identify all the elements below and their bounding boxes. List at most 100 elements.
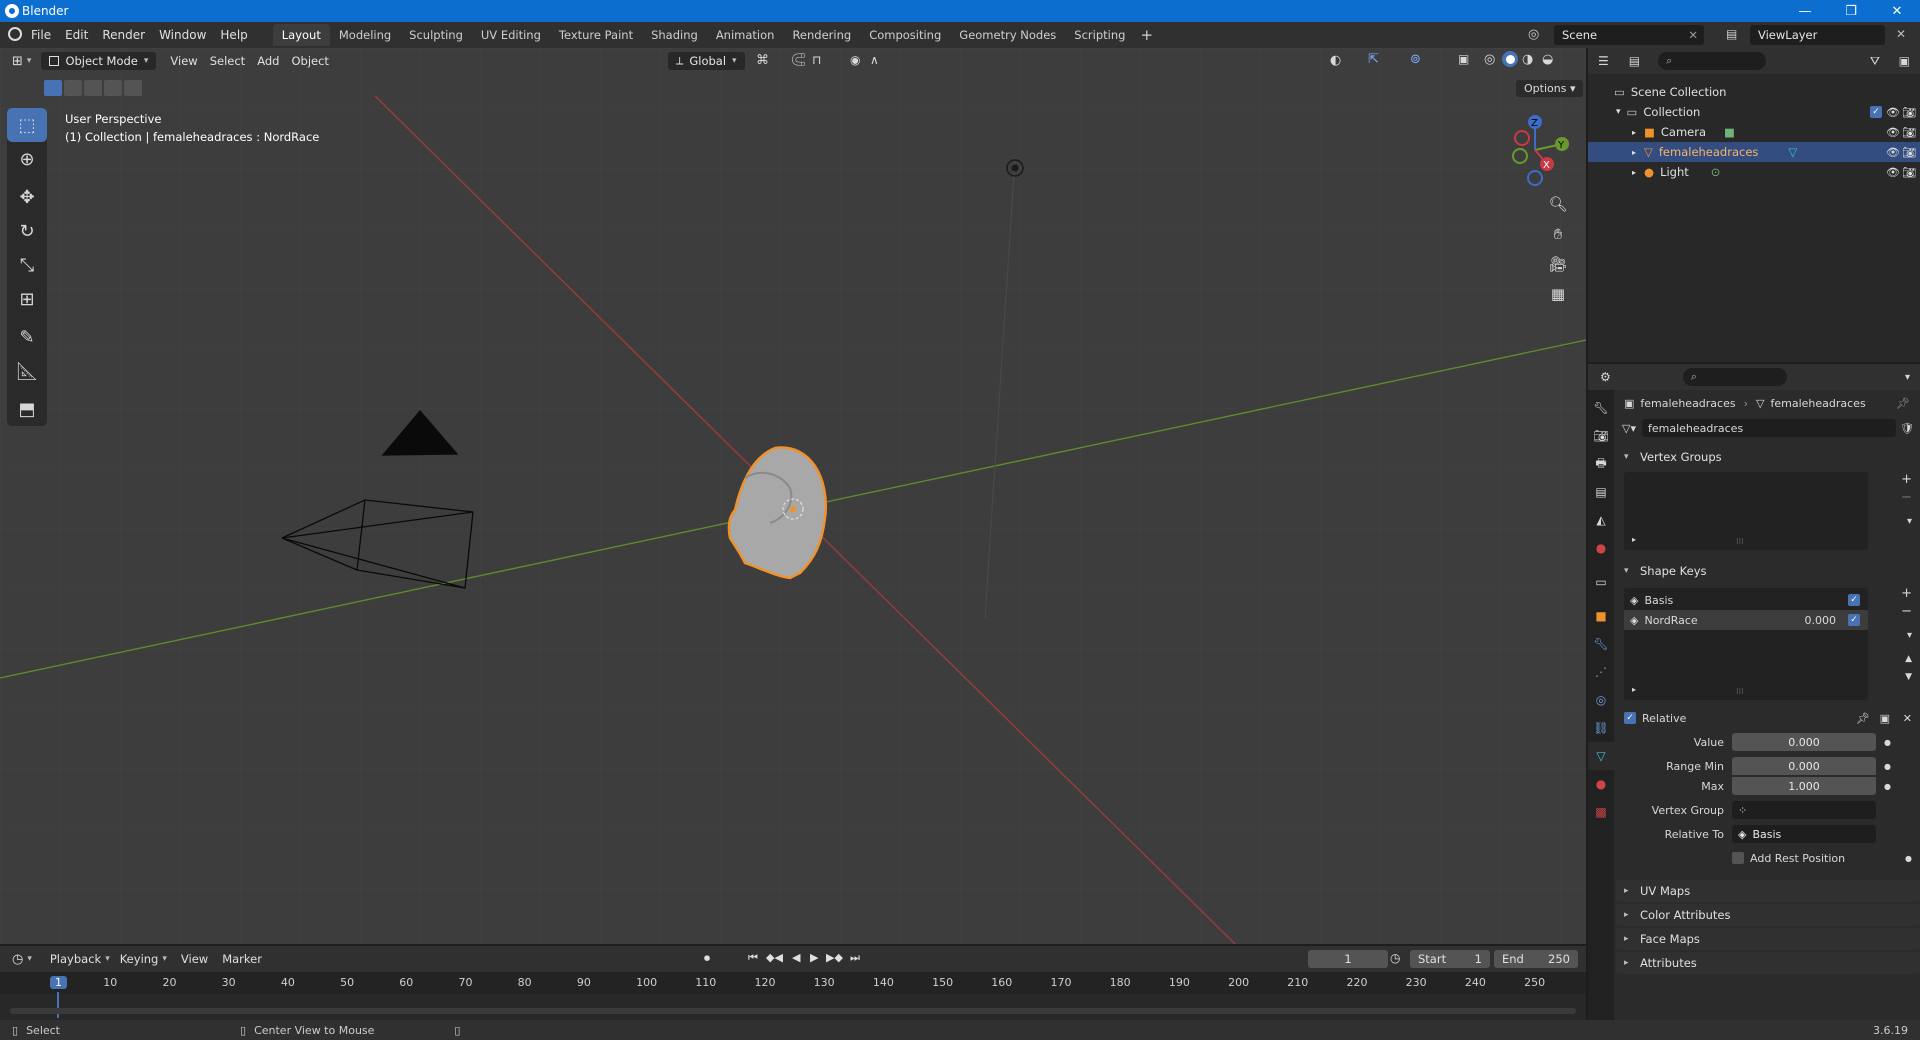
mode-dropdown[interactable]: Object Mode ▾ (41, 52, 157, 70)
transform-icon[interactable]: ⊞ (7, 282, 47, 316)
data-tab-icon[interactable]: ▽ (1588, 742, 1614, 770)
scene-icon[interactable]: ◎ (1528, 27, 1539, 42)
attributes-panel-header[interactable]: ▸ Attributes (1616, 952, 1920, 974)
overlay-toggle-icon[interactable]: ⊚ (1410, 52, 1421, 67)
outliner-item-femaleheadraces[interactable]: ▸ ▽ femaleheadraces ▽ 👁︎ 📷︎ (1588, 142, 1920, 162)
render-tab-icon[interactable]: 📷︎ (1588, 422, 1614, 450)
ortho-grid-icon[interactable]: ▦ (1544, 280, 1572, 308)
add-rest-position-checkbox[interactable] (1732, 852, 1744, 864)
tab-compositing[interactable]: Compositing (860, 24, 950, 46)
tool-tab-icon[interactable]: 🔧︎ (1588, 394, 1614, 422)
expand-icon[interactable]: ▸ (1632, 168, 1636, 177)
vertex-groups-list[interactable]: ▸ ⁝⁝⁝ (1624, 472, 1868, 550)
snap-icon[interactable]: 🧲︎ (790, 53, 807, 68)
xray-icon[interactable]: ▣ (1458, 52, 1469, 66)
camera-view-icon[interactable]: 🎥︎ (1544, 250, 1572, 278)
measure-icon[interactable]: 📐︎ (7, 354, 47, 388)
view-layer-tab-icon[interactable]: ▤ (1588, 478, 1614, 506)
end-frame-field[interactable]: End 250 (1494, 950, 1578, 968)
view-layer-icon[interactable]: ▤ (1726, 27, 1737, 41)
shape-key-specials-icon[interactable]: ▾ (1907, 630, 1912, 641)
pan-hand-icon[interactable]: ✋︎ (1544, 220, 1572, 248)
tab-scripting[interactable]: Scripting (1065, 24, 1134, 46)
jump-start-icon[interactable]: ⏮ (748, 951, 758, 965)
properties-options-icon[interactable]: ▾ (1905, 372, 1910, 383)
keyframe-dot-icon[interactable]: ● (1884, 738, 1891, 747)
frame-ruler[interactable]: 1 10 20 30 40 50 60 70 80 90 100 110 120 130 140 150 160… (0, 972, 1586, 1018)
snap-target-icon[interactable]: ⊓ (812, 53, 821, 67)
solid-shading-icon[interactable] (1502, 51, 1518, 67)
shape-key-enable-checkbox[interactable]: ✓ (1848, 614, 1860, 626)
timeline-menu-keying[interactable]: Keying (120, 952, 159, 966)
scene-selector[interactable]: Scene ✕ (1554, 25, 1704, 45)
viewport-menu-view[interactable]: View (164, 54, 203, 68)
tab-rendering[interactable]: Rendering (783, 24, 860, 46)
tab-shading[interactable]: Shading (642, 24, 707, 46)
keyframe-dot-icon[interactable]: ● (1884, 782, 1891, 791)
properties-editor-icon[interactable]: ⚙ (1600, 370, 1611, 384)
particles-tab-icon[interactable]: ⋰ (1588, 658, 1614, 686)
scene-tab-icon[interactable]: ◭ (1588, 506, 1614, 534)
list-expand-icon[interactable]: ▸ (1632, 535, 1636, 544)
timeline-menu-view[interactable]: View (181, 952, 208, 966)
list-resize-handle[interactable]: ⁝⁝⁝ (1736, 537, 1744, 546)
maximize-button[interactable]: ❐ (1828, 0, 1874, 22)
prev-keyframe-icon[interactable]: ◆◀ (766, 951, 783, 964)
camera-eye-icon[interactable]: 👁︎ (1886, 126, 1900, 139)
select-intersect-icon[interactable] (124, 80, 142, 96)
vertex-group-specials-icon[interactable]: ▾ (1907, 516, 1912, 527)
wireframe-shading-icon[interactable]: ◎ (1484, 52, 1495, 67)
tab-layout[interactable]: Layout (272, 24, 330, 46)
auto-keying-icon[interactable]: ⏺ (704, 951, 710, 966)
filter-icon[interactable]: ⛛ (1870, 54, 1880, 69)
femaleheadraces-eye-icon[interactable]: 👁︎ (1886, 146, 1900, 159)
timeline-menu-playback[interactable]: Playback (50, 952, 101, 966)
viewport-menu-select[interactable]: Select (204, 54, 251, 68)
jump-end-icon[interactable]: ⏭ (850, 951, 860, 965)
modifiers-tab-icon[interactable]: 🔧︎ (1588, 630, 1614, 658)
collection-render-icon[interactable]: 📷︎ (1902, 106, 1916, 119)
menu-window[interactable]: Window (152, 28, 213, 42)
annotate-icon[interactable]: ✎ (7, 320, 47, 354)
shape-key-enable-checkbox[interactable]: ✓ (1848, 594, 1860, 606)
play-reverse-icon[interactable]: ◀ (792, 951, 800, 964)
3d-viewport[interactable] (0, 48, 1586, 944)
relative-checkbox[interactable]: ✓ (1624, 712, 1636, 724)
shape-key-pin-icon[interactable]: 📌︎ (1856, 712, 1870, 725)
shape-keys-list[interactable]: ◈ Basis ✓ ◈ NordRace 0.000 ✓ ▸ ⁝⁝⁝ (1624, 588, 1868, 700)
output-tab-icon[interactable]: 🖶︎ (1588, 450, 1614, 478)
light-render-icon[interactable]: 📷︎ (1902, 166, 1916, 179)
cursor-icon[interactable]: ⊕ (7, 142, 47, 176)
collection-tab-icon[interactable]: ▭ (1588, 568, 1614, 596)
visibility-icon[interactable]: ◐ (1330, 53, 1341, 68)
timeline-menu-marker[interactable]: Marker (222, 952, 262, 966)
range-min-field[interactable]: 0.000 (1732, 757, 1876, 775)
timeline-scrollbar[interactable] (10, 1008, 1576, 1014)
world-tab-icon[interactable]: ● (1588, 534, 1614, 562)
start-frame-field[interactable]: Start 1 (1410, 950, 1490, 968)
menu-help[interactable]: Help (213, 28, 254, 42)
keyframe-dot-icon[interactable]: ● (1905, 854, 1912, 863)
rendered-shading-icon[interactable]: ◒ (1542, 52, 1553, 67)
object-tab-icon[interactable]: ■ (1588, 602, 1614, 630)
mesh-browse-icon[interactable]: ▽▾ (1622, 422, 1636, 435)
physics-tab-icon[interactable]: ◎ (1588, 686, 1614, 714)
add-cube-icon[interactable]: ⬒ (7, 392, 47, 426)
shape-key-value[interactable]: 0.000 (1805, 614, 1837, 627)
menu-render[interactable]: Render (95, 28, 152, 42)
rotate-icon[interactable]: ↻ (7, 214, 47, 248)
proportional-edit-icon[interactable]: ◉ (850, 53, 860, 67)
vertex-group-field[interactable]: ⁘ (1732, 801, 1876, 819)
constraints-tab-icon[interactable]: ⛓︎ (1588, 714, 1614, 742)
scene-close-icon[interactable]: ✕ (1688, 28, 1698, 42)
minimize-button[interactable]: — (1782, 0, 1828, 22)
properties-search-input[interactable]: ⌕ (1682, 368, 1787, 386)
select-new-icon[interactable] (44, 80, 62, 96)
keyframe-dot-icon[interactable]: ● (1884, 762, 1891, 771)
options-dropdown[interactable]: Options ▾ (1516, 80, 1584, 97)
scale-icon[interactable]: ⤡ (7, 248, 47, 282)
collapse-icon[interactable]: ▾ (1616, 107, 1621, 117)
play-icon[interactable]: ▶ (810, 951, 818, 964)
viewport-menu-add[interactable]: Add (251, 54, 285, 68)
pin-icon[interactable]: 📌︎ (1896, 397, 1910, 410)
